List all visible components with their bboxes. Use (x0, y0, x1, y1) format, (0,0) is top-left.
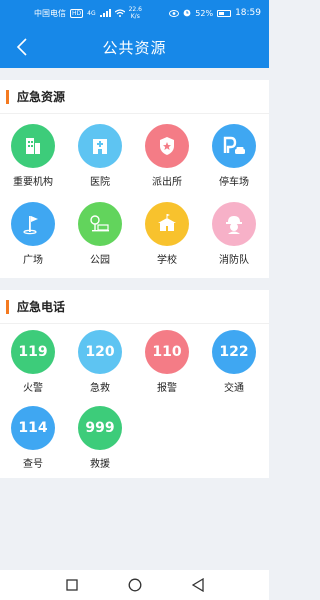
net-speed: 22.6 K/s (129, 6, 142, 20)
phone-item-traffic[interactable]: 122 交通 (201, 330, 267, 394)
building-icon (11, 124, 55, 168)
resource-label: 停车场 (219, 177, 249, 188)
phone-number-badge: 119 (11, 330, 55, 374)
phone-number: 114 (18, 420, 48, 436)
section-title: 应急电话 (17, 300, 66, 314)
phone-item-rescue[interactable]: 999 救援 (67, 406, 133, 470)
parking-icon (212, 124, 256, 168)
hospital-icon (78, 124, 122, 168)
phone-item-fire[interactable]: 119 火警 (0, 330, 66, 394)
section-accent-bar (6, 299, 9, 314)
net-speed-value: 22.6 (128, 6, 142, 13)
phone-label: 急救 (90, 383, 110, 394)
section-header: 应急电话 (0, 290, 269, 324)
phone-item-ambulance[interactable]: 120 急救 (67, 330, 133, 394)
resource-label: 重要机构 (13, 177, 53, 188)
resource-label: 公园 (90, 255, 110, 266)
phone-number-badge: 120 (78, 330, 122, 374)
phone-number-badge: 999 (78, 406, 122, 450)
resource-item-hospital[interactable]: 医院 (67, 124, 133, 188)
phone-number-badge: 122 (212, 330, 256, 374)
phone-number: 999 (85, 420, 115, 436)
battery-icon (217, 9, 232, 17)
resource-label: 派出所 (152, 177, 182, 188)
section-title: 应急资源 (17, 90, 66, 104)
phone-item-directory[interactable]: 114 查号 (0, 406, 66, 470)
chevron-left-icon (16, 38, 27, 56)
phone-label: 查号 (23, 459, 43, 470)
firefighter-icon (212, 202, 256, 246)
section-accent-bar (6, 89, 9, 104)
alarm-icon (183, 9, 191, 17)
phone-number: 122 (219, 344, 249, 360)
triangle-back-icon (191, 578, 204, 592)
phone-number: 120 (85, 344, 115, 360)
carrier-label: 中国电信 (34, 8, 66, 18)
system-nav-bar (0, 570, 269, 600)
resource-label: 医院 (90, 177, 110, 188)
resource-item-fire-brigade[interactable]: 消防队 (201, 202, 267, 266)
phone-label: 救援 (90, 459, 110, 470)
flag-icon (11, 202, 55, 246)
clock: 18:59 (235, 8, 261, 18)
eye-icon (169, 9, 180, 17)
status-bar: 中国电信 HD 4G 22.6 K/s 52% 18:59 (0, 0, 269, 26)
resource-item-police-station[interactable]: 派出所 (134, 124, 200, 188)
phone-label: 交通 (224, 383, 244, 394)
net-speed-unit: K/s (130, 13, 140, 20)
circle-icon (128, 578, 141, 592)
wifi-icon (114, 9, 125, 17)
police-badge-icon (145, 124, 189, 168)
signal-icon (99, 9, 111, 17)
phone-number: 110 (152, 344, 182, 360)
back-button[interactable] (10, 35, 34, 59)
square-icon (65, 579, 78, 591)
resource-label: 广场 (23, 255, 43, 266)
recent-apps-button[interactable] (62, 575, 82, 595)
back-nav-button[interactable] (188, 575, 208, 595)
network-label: 4G (87, 9, 96, 17)
resource-item-square[interactable]: 广场 (0, 202, 66, 266)
resource-item-park[interactable]: 公园 (67, 202, 133, 266)
resource-item-school[interactable]: 学校 (134, 202, 200, 266)
phone-number-badge: 110 (145, 330, 189, 374)
battery-percent: 52% (195, 8, 214, 18)
resource-item-parking[interactable]: 停车场 (201, 124, 267, 188)
phone-number-badge: 114 (11, 406, 55, 450)
park-icon (78, 202, 122, 246)
resource-label: 学校 (157, 255, 177, 266)
phone-label: 报警 (157, 383, 177, 394)
home-button[interactable] (125, 575, 145, 595)
page-title: 公共资源 (102, 38, 167, 57)
phone-label: 火警 (23, 383, 43, 394)
section-header: 应急资源 (0, 80, 269, 114)
resource-item-important-agency[interactable]: 重要机构 (0, 124, 66, 188)
emergency-resources-section: 应急资源 重要机构 医院 派出所 停车场 广场 公园 学校 消防队 (0, 80, 269, 278)
school-icon (145, 202, 189, 246)
emergency-phones-section: 应急电话 119 火警 120 急救 110 报警 122 交通 114 查号 … (0, 290, 269, 478)
resource-label: 消防队 (219, 255, 249, 266)
header-bar: 公共资源 (0, 26, 269, 68)
phone-number: 119 (18, 344, 48, 360)
hd-badge: HD (70, 8, 84, 18)
phone-item-police[interactable]: 110 报警 (134, 330, 200, 394)
